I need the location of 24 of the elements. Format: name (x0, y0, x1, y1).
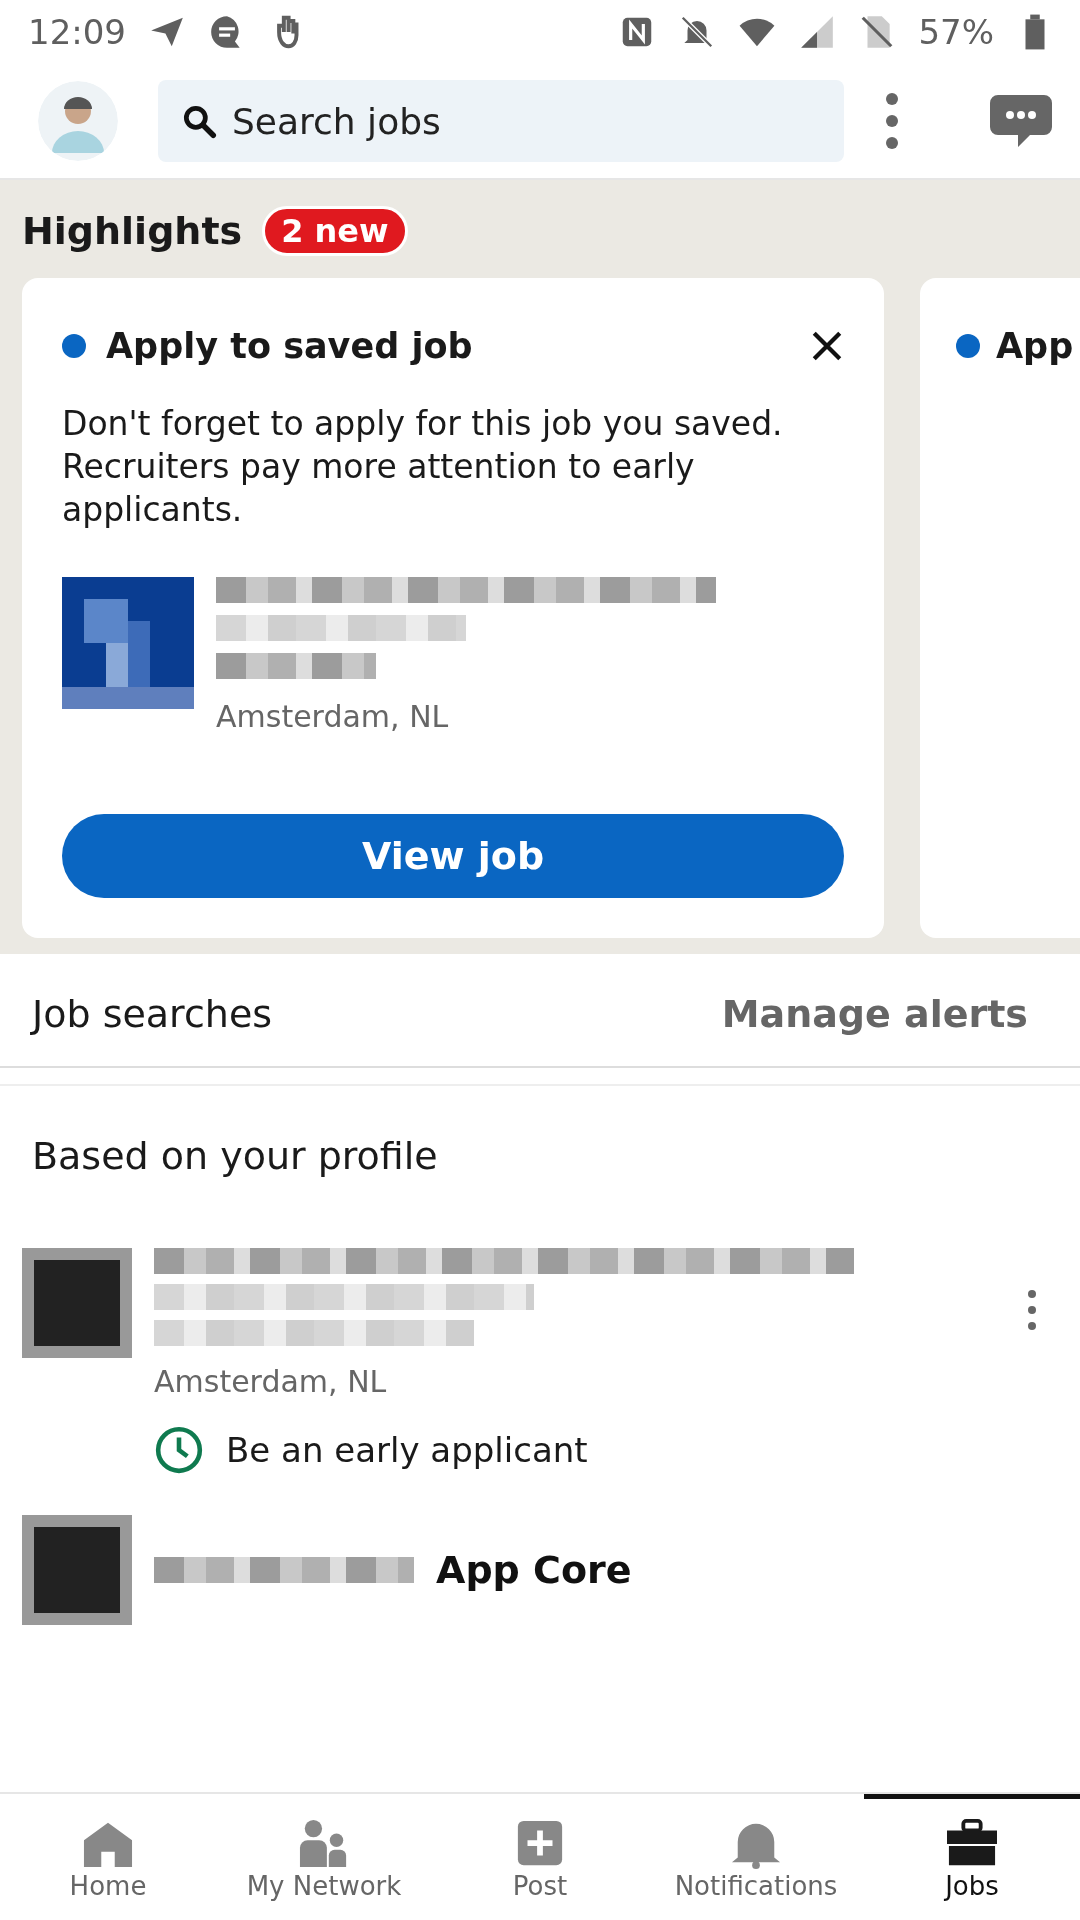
view-job-button[interactable]: View job (62, 814, 844, 898)
job-title: App Core (436, 1548, 632, 1592)
avatar-icon[interactable] (38, 81, 118, 161)
new-badge: 2 new (262, 206, 408, 256)
card-title: App (996, 326, 1075, 366)
section-title: Based on your profile (31, 1133, 439, 1178)
dot-icon (62, 334, 86, 358)
card-description: Don't forget to apply for this job you saved. Recruiters pay more attention to early applicants. (62, 403, 784, 531)
job-location: Amsterdam, NL (216, 699, 450, 734)
section-title: Job searches (32, 992, 273, 1036)
insight-text: Be an early applicant (226, 1430, 588, 1470)
dot-icon (956, 334, 980, 358)
clock-icon (154, 1425, 204, 1475)
battery-percent: 57% (918, 12, 994, 52)
card-title: Apply to saved job (106, 326, 474, 366)
message-icon[interactable] (990, 93, 1052, 149)
more-icon[interactable] (884, 91, 900, 151)
section-title: Highlights (22, 209, 243, 253)
manage-alerts-link[interactable]: Manage alerts (721, 992, 1028, 1036)
clock-time: 12:09 (28, 12, 126, 52)
more-icon[interactable] (1026, 1288, 1038, 1332)
job-location: Amsterdam, NL (154, 1364, 388, 1399)
close-icon[interactable] (810, 329, 844, 363)
search-field[interactable]: Search jobs (158, 80, 844, 162)
